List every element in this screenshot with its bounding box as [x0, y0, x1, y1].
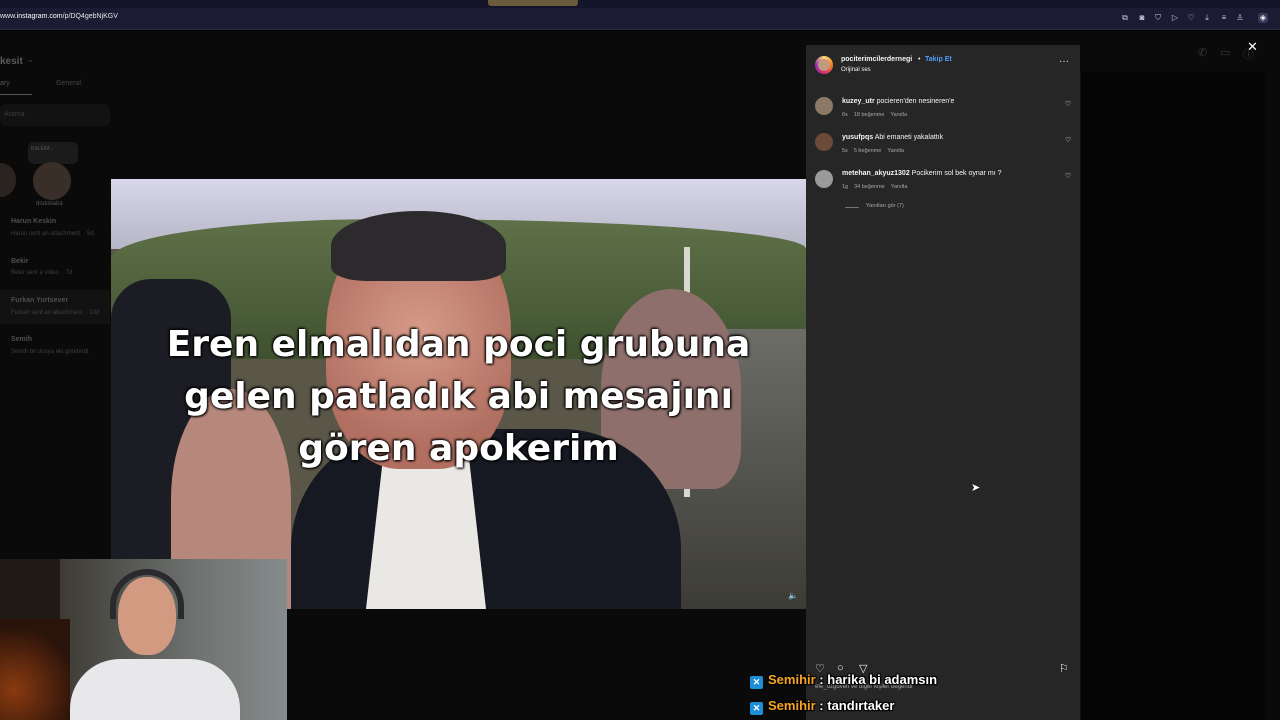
thread-name[interactable]: Semih — [11, 336, 32, 343]
chat-text: tandırtaker — [827, 698, 895, 713]
thread-preview: Bekir sent a video. · 7d — [11, 270, 73, 276]
comment-time: 1g — [842, 184, 849, 190]
post-video[interactable]: Eren elmalıdan poci grubuna gelen patlad… — [111, 179, 806, 609]
comment-user[interactable]: yusufpqs — [842, 134, 873, 141]
comment-text: kuzey_utr pocieren'den nesineren'e — [842, 98, 954, 105]
chevron-down-icon[interactable]: ⌄ — [27, 55, 34, 64]
chat-badge-icon: ✕ — [750, 676, 763, 689]
reply-button[interactable]: Yanıtla — [887, 148, 904, 154]
comment-user[interactable]: metehan_akyuz1302 — [842, 170, 910, 177]
comment-likes[interactable]: 34 beğenme — [854, 184, 885, 190]
tab-primary[interactable]: ary — [0, 80, 10, 87]
caption-line: Eren elmalıdan poci grubuna — [166, 324, 751, 365]
close-icon[interactable]: ✕ — [1247, 39, 1258, 55]
comment-meta: 5s 5 beğenme Yanıtla — [842, 148, 910, 154]
account-icon[interactable]: ♙ — [1235, 13, 1245, 23]
more-options-icon[interactable]: ··· — [1059, 56, 1069, 67]
comment-likes[interactable]: 5 beğenme — [854, 148, 882, 154]
comment-meta: 6s 18 beğenme Yanıtla — [842, 112, 913, 118]
comment-body: pocieren'den nesineren'e — [876, 98, 955, 105]
note-text: KALEIM... — [31, 146, 54, 152]
download-icon[interactable]: ⤓ — [1202, 13, 1212, 23]
thread-name[interactable]: Furkan Yurtsever — [11, 297, 68, 304]
chat-separator: : — [815, 672, 828, 687]
caption-line: gelen patladık abi mesajını — [184, 376, 733, 417]
tab-underline — [0, 94, 32, 95]
url-text[interactable]: www.instagram.com/p/DQ4gebNjKGV — [0, 13, 118, 20]
thread-highlight — [0, 290, 110, 324]
volume-icon[interactable]: 🔈 — [788, 591, 798, 600]
phone-icon[interactable]: ✆ — [1198, 46, 1207, 59]
chat-separator: : — [815, 698, 828, 713]
thread-preview: Semih bir dosya eki gönderdi. — [11, 349, 91, 355]
address-bar[interactable]: www.instagram.com/p/DQ4gebNjKGV ⧉ ◙ ⛉ ▷ … — [0, 8, 1280, 30]
thread-preview: Harun sent an attachment. · 5d — [11, 231, 94, 237]
bookmark-icon[interactable]: ⚐ — [1059, 662, 1069, 675]
thread-name[interactable]: Bekir — [11, 258, 29, 265]
chat-message: ✕ Semihir : harika bi adamsın — [750, 672, 937, 689]
comment-body: Pocikerim sol bek oynar mı ? — [911, 170, 1002, 177]
audio-label[interactable]: Orijinal ses — [841, 67, 871, 73]
note-bubble: KALEIM... — [28, 142, 78, 164]
url-prefix: www. — [0, 13, 17, 20]
separator-dot: • — [918, 56, 921, 63]
video-call-icon[interactable]: ▭ — [1220, 46, 1230, 59]
avatar[interactable] — [815, 170, 833, 188]
avatar-name: dodobaba — [36, 201, 63, 207]
thread-name[interactable]: Harun Keskin — [11, 218, 56, 225]
thread-preview: Furkan sent an attachment. · 10d — [11, 310, 100, 316]
chat-user: Semihir — [768, 672, 816, 687]
comment-time: 6s — [842, 112, 848, 118]
dm-account-title[interactable]: kesit — [0, 56, 23, 67]
chat-text: harika bi adamsın — [827, 672, 938, 687]
dm-details-panel — [1080, 72, 1266, 720]
avatar[interactable] — [815, 97, 833, 115]
menu-icon[interactable]: ≡ — [1219, 13, 1229, 23]
comment-body: Abi emaneti yakalattık — [874, 134, 944, 141]
chat-user: Semihir — [768, 698, 816, 713]
extension-icon[interactable]: ◈ — [1258, 13, 1268, 23]
like-comment-icon[interactable]: ♡ — [1065, 100, 1071, 108]
post-panel — [806, 45, 1080, 720]
reply-button[interactable]: Yanıtla — [890, 112, 907, 118]
shield-icon[interactable]: ⛉ — [1153, 13, 1163, 23]
avatar-image — [818, 59, 830, 71]
camera-icon[interactable]: ◙ — [1137, 13, 1147, 23]
reply-button[interactable]: Yanıtla — [891, 184, 908, 190]
like-comment-icon[interactable]: ♡ — [1065, 136, 1071, 144]
comment-time: 5s — [842, 148, 848, 154]
url-host: instagram.com — [16, 13, 63, 20]
mouse-cursor-icon: ➤ — [971, 482, 981, 494]
webcam-overlay — [0, 559, 287, 720]
comment-text: metehan_akyuz1302 Pocikerim sol bek oyna… — [842, 170, 1002, 177]
video-hair — [331, 211, 506, 281]
replies-divider — [845, 207, 859, 208]
search-placeholder: Arama — [4, 111, 25, 118]
caption-line: gören apokerim — [298, 428, 619, 469]
tab-strip — [0, 0, 1280, 8]
chat-message: ✕ Semihir : tandırtaker — [750, 698, 894, 715]
comment-text: yusufpqs Abi emaneti yakalattık — [842, 134, 943, 141]
follow-button[interactable]: Takip Et — [925, 56, 952, 63]
chat-badge-icon: ✕ — [750, 702, 763, 715]
avatar[interactable] — [815, 133, 833, 151]
webcam-lamp — [0, 619, 70, 720]
url-path: /p/DQ4gebNjKGV — [62, 13, 118, 20]
share-icon[interactable]: ⧉ — [1120, 13, 1130, 23]
video-caption: Eren elmalıdan poci grubuna gelen patlad… — [111, 319, 806, 475]
heart-icon[interactable]: ♡ — [1186, 13, 1196, 23]
send-icon[interactable]: ▷ — [1170, 13, 1180, 23]
comment-likes[interactable]: 18 beğenme — [854, 112, 885, 118]
browser-tab[interactable] — [488, 0, 578, 6]
post-username[interactable]: pociterimcilerdernegi — [841, 56, 912, 63]
like-comment-icon[interactable]: ♡ — [1065, 172, 1071, 180]
comment-meta: 1g 34 beğenme Yanıtla — [842, 184, 913, 190]
tab-general[interactable]: General — [56, 80, 81, 87]
comment-user[interactable]: kuzey_utr — [842, 98, 875, 105]
view-replies-button[interactable]: Yanıtları gör (7) — [866, 203, 904, 209]
avatar[interactable] — [33, 162, 71, 200]
webcam-person-shirt — [70, 659, 240, 720]
